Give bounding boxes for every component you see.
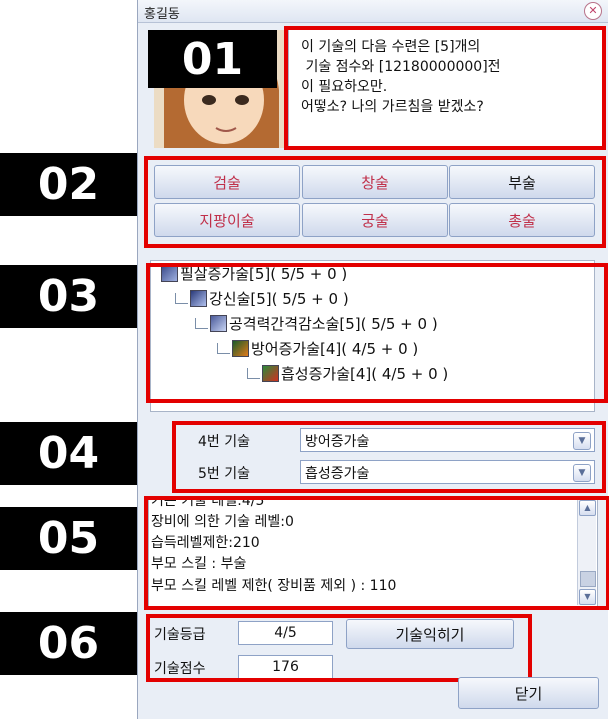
close-icon[interactable]: ✕ <box>584 2 602 20</box>
highlight-06 <box>146 614 532 682</box>
marker-03: 03 <box>0 265 137 328</box>
highlight-01 <box>284 26 606 150</box>
highlight-05 <box>144 496 609 610</box>
marker-06: 06 <box>0 612 137 675</box>
marker-01: 01 <box>148 30 277 88</box>
highlight-04 <box>172 421 606 493</box>
window-title: 홍길동 <box>144 7 180 22</box>
skill-window: 홍길동 ✕ 01 이 기술의 다음 수련은 [5]개의 기술 점수와 [1218… <box>137 0 609 719</box>
marker-04: 04 <box>0 422 137 485</box>
marker-02: 02 <box>0 153 137 216</box>
highlight-03 <box>146 263 608 403</box>
close-button[interactable]: 닫기 <box>458 677 599 709</box>
marker-05: 05 <box>0 507 137 570</box>
highlight-02 <box>144 156 606 248</box>
title-bar[interactable]: 홍길동 ✕ <box>138 0 608 23</box>
